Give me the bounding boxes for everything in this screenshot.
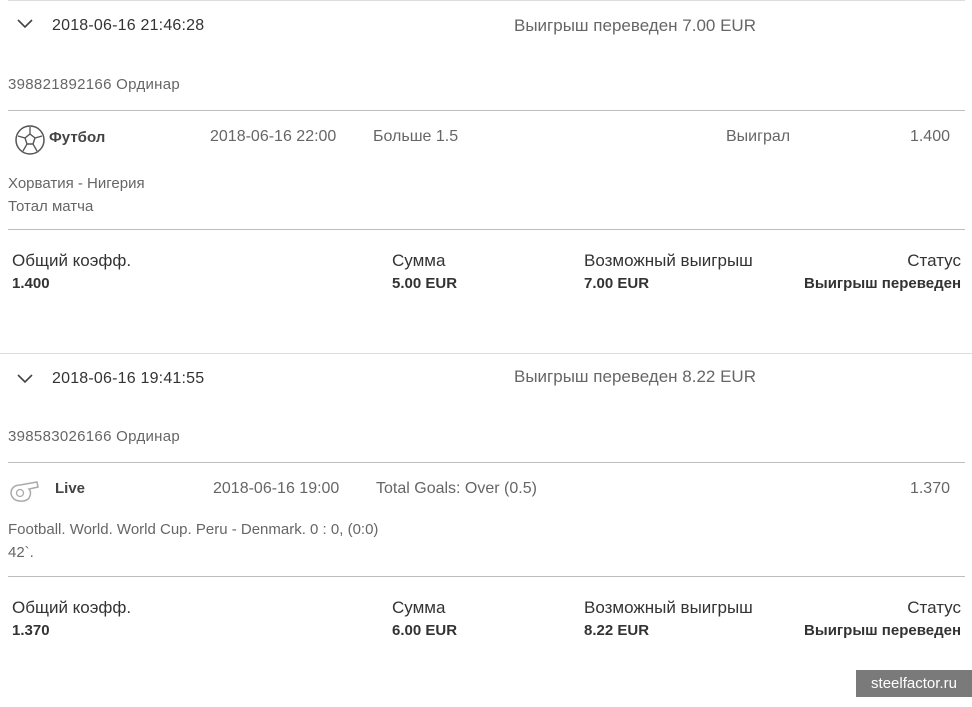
status-label: Статус [907, 598, 961, 617]
event-odd: 1.400 [909, 128, 950, 145]
divider [8, 462, 965, 463]
bet-id: 398583026166 Ординар [8, 428, 181, 445]
bet-result: Выигрыш переведен 7.00 EUR [514, 16, 756, 35]
bet-id: 398821892166 Ординар [8, 76, 181, 93]
stake-label: Сумма [392, 598, 446, 617]
payout-label: Возможный выигрыш [584, 251, 753, 270]
bet-card: 2018-06-16 21:46:28 Выигрыш переведен 7.… [0, 0, 972, 354]
bet-pick: Больше 1.5 [373, 128, 459, 145]
status-label: Статус [907, 251, 961, 270]
bet-result: Выигрыш переведен 8.22 EUR [514, 367, 756, 386]
chevron-down-icon[interactable] [16, 17, 34, 31]
sport-name: Футбол [49, 129, 106, 146]
event-date: 2018-06-16 22:00 [210, 128, 337, 145]
sport-name: Live [55, 480, 86, 497]
divider [8, 0, 965, 1]
match-info: Хорватия - Нигерия Тотал матча [8, 172, 388, 218]
divider [8, 110, 965, 111]
match-name: Football. World. World Cup. Peru - Denma… [8, 521, 379, 561]
watermark: steelfactor.ru [856, 670, 972, 697]
payout-value: 8.22 EUR [584, 622, 650, 639]
stake-label: Сумма [392, 251, 446, 270]
divider [0, 353, 972, 354]
soccer-ball-icon [15, 125, 45, 155]
bet-datetime[interactable]: 2018-06-16 19:41:55 [52, 370, 204, 388]
payout-value: 7.00 EUR [584, 275, 650, 292]
total-coef-value: 1.400 [12, 275, 50, 292]
market-name: Тотал матча [8, 198, 94, 215]
chevron-down-icon[interactable] [16, 372, 34, 386]
divider [8, 229, 965, 230]
total-coef-value: 1.370 [12, 622, 50, 639]
event-date: 2018-06-16 19:00 [213, 480, 340, 497]
whistle-icon [10, 481, 39, 502]
total-coef-label: Общий коэфф. [12, 598, 132, 617]
event-odd: 1.370 [909, 480, 950, 497]
divider [8, 576, 965, 577]
bet-pick: Total Goals: Over (0.5) [376, 480, 537, 497]
bet-card: 2018-06-16 19:41:55 Выигрыш переведен 8.… [0, 353, 972, 707]
stake-value: 6.00 EUR [392, 622, 458, 639]
bet-datetime[interactable]: 2018-06-16 21:46:28 [52, 17, 204, 35]
event-status: Выиграл [726, 128, 791, 145]
stake-value: 5.00 EUR [392, 275, 458, 292]
match-name: Хорватия - Нигерия [8, 175, 145, 192]
status-value: Выигрыш переведен [804, 622, 961, 639]
payout-label: Возможный выигрыш [584, 598, 753, 617]
total-coef-label: Общий коэфф. [12, 251, 132, 270]
status-value: Выигрыш переведен [804, 275, 961, 292]
